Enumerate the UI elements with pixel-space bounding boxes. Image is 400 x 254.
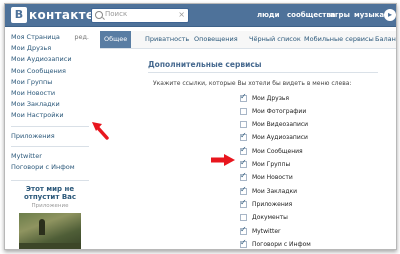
option-label: Мои Друзья xyxy=(252,94,290,102)
checkbox-checked[interactable] xyxy=(240,145,247,155)
red-arrow-sidebar-icon xyxy=(92,122,109,140)
nav-games[interactable]: игры xyxy=(330,4,350,26)
sidebar-item-bookmarks[interactable]: Мои Закладки xyxy=(11,99,89,110)
search-input[interactable]: Поиск × xyxy=(91,8,189,23)
tab-balance[interactable]: Баланс xyxy=(375,31,396,48)
option-label: Мои Закладки xyxy=(252,187,297,195)
sidebar-item-apps[interactable]: Приложения xyxy=(11,131,89,142)
red-arrow-checklist-icon xyxy=(211,154,235,166)
edit-menu-link[interactable]: ред. xyxy=(74,32,89,43)
nav-people[interactable]: люди xyxy=(257,4,280,26)
checkbox-checked[interactable] xyxy=(240,198,247,208)
tab-blacklist[interactable]: Чёрный список xyxy=(249,31,301,48)
menu-link-option[interactable]: Мои Друзья xyxy=(240,92,290,103)
option-label: Мои Группы xyxy=(252,161,291,168)
option-label: Мои Фотографии xyxy=(252,107,307,115)
checkbox-checked[interactable] xyxy=(240,185,247,195)
checkbox-unchecked[interactable] xyxy=(240,214,247,222)
promo-image[interactable] xyxy=(19,213,81,249)
sidebar-app-mytwitter[interactable]: Mytwitter xyxy=(11,151,89,162)
clear-search-icon[interactable]: × xyxy=(178,10,185,20)
search-icon xyxy=(95,11,103,19)
menu-link-option[interactable]: Поговори с Инфом xyxy=(240,238,311,249)
sidebar-item-friends[interactable]: Мои Друзья xyxy=(11,43,89,54)
tab-notifications[interactable]: Оповещения xyxy=(194,31,238,48)
sidebar-item-settings[interactable]: Мои Настройки xyxy=(11,110,89,121)
menu-link-option[interactable]: Мои Группы xyxy=(240,158,291,170)
sidebar-divider xyxy=(11,142,89,147)
menu-link-option[interactable]: Mytwitter xyxy=(240,225,281,236)
app-promo[interactable]: Этот мир не отпустит Вас Приложение xyxy=(11,180,89,249)
sidebar-item-audio[interactable]: Мои Аудиозаписи xyxy=(11,54,89,65)
general-settings-panel: Дополнительные сервисы Укажите ссылки, к… xyxy=(100,49,396,249)
option-label: Мои Сообщения xyxy=(252,147,303,155)
menu-link-option[interactable]: Мои Фотографии xyxy=(240,106,306,116)
tab-mobile-services[interactable]: Мобильные сервисы xyxy=(304,31,374,48)
option-label: Приложения xyxy=(252,200,293,208)
tab-general[interactable]: Общее xyxy=(100,31,132,48)
checkbox-unchecked[interactable] xyxy=(240,107,247,115)
nav-communities[interactable]: сообщества xyxy=(287,4,336,26)
top-header: В контакте Поиск × люди сообщества игры … xyxy=(5,4,396,27)
sidebar-item-label: Моя Страница xyxy=(11,33,60,41)
sidebar-app-talk-info[interactable]: Поговори с Инфом xyxy=(11,162,89,173)
section-title: Дополнительные сервисы xyxy=(148,60,378,73)
menu-link-option[interactable]: Мои Сообщения xyxy=(240,145,303,156)
menu-link-option[interactable]: Мои Новости xyxy=(240,171,293,183)
menu-link-option[interactable]: Мои Видеозаписи xyxy=(240,120,308,130)
vk-logo[interactable]: В контакте xyxy=(11,7,94,23)
option-label: Поговори с Инфом xyxy=(252,240,311,248)
menu-link-option[interactable]: Мои Закладки xyxy=(240,185,297,196)
sidebar-item-groups[interactable]: Мои Группы xyxy=(11,77,89,88)
checkbox-checked[interactable] xyxy=(240,131,247,142)
option-label: Документы xyxy=(252,214,288,222)
promo-title: Этот мир не отпустит Вас xyxy=(23,185,77,201)
menu-link-option[interactable]: Документы xyxy=(240,213,288,223)
logo-text: контакте xyxy=(29,8,95,22)
sidebar-divider xyxy=(11,122,89,127)
checkbox-checked[interactable] xyxy=(240,92,247,102)
settings-tabs: Общее Приватность Оповещения Чёрный спис… xyxy=(100,31,396,49)
promo-subtitle: Приложение xyxy=(31,203,69,209)
sidebar-item-news[interactable]: Мои Новости xyxy=(11,88,89,99)
section-hint: Укажите ссылки, которые Вы хотели бы вид… xyxy=(153,80,352,87)
checkbox-checked[interactable] xyxy=(240,225,247,235)
menu-link-option[interactable]: Мои Аудиозаписи xyxy=(240,131,308,143)
checkbox-unchecked[interactable] xyxy=(240,121,247,129)
checkbox-checked[interactable] xyxy=(240,171,247,182)
sidebar-item-messages[interactable]: Мои Сообщения xyxy=(11,66,89,77)
nav-more-icon[interactable]: ▸ xyxy=(384,9,396,21)
checkbox-checked[interactable] xyxy=(240,158,247,168)
option-label: Мои Новости xyxy=(252,174,293,182)
settings-content: Общее Приватность Оповещения Чёрный спис… xyxy=(100,31,396,249)
menu-link-option[interactable]: Приложения xyxy=(240,198,293,209)
option-label: Мои Аудиозаписи xyxy=(252,134,308,142)
left-sidebar: Моя Страница ред. Мои Друзья Мои Аудиоза… xyxy=(11,32,89,173)
browser-frame: В контакте Поиск × люди сообщества игры … xyxy=(4,3,397,250)
nav-music[interactable]: музыка xyxy=(354,4,384,26)
option-label: Мои Видеозаписи xyxy=(252,121,309,129)
tab-privacy[interactable]: Приватность xyxy=(145,31,189,48)
checkbox-checked[interactable] xyxy=(240,238,247,248)
search-placeholder: Поиск xyxy=(105,10,128,18)
option-label: Mytwitter xyxy=(252,227,281,235)
logo-letter: В xyxy=(11,7,27,23)
sidebar-item-my-page[interactable]: Моя Страница ред. xyxy=(11,32,89,43)
